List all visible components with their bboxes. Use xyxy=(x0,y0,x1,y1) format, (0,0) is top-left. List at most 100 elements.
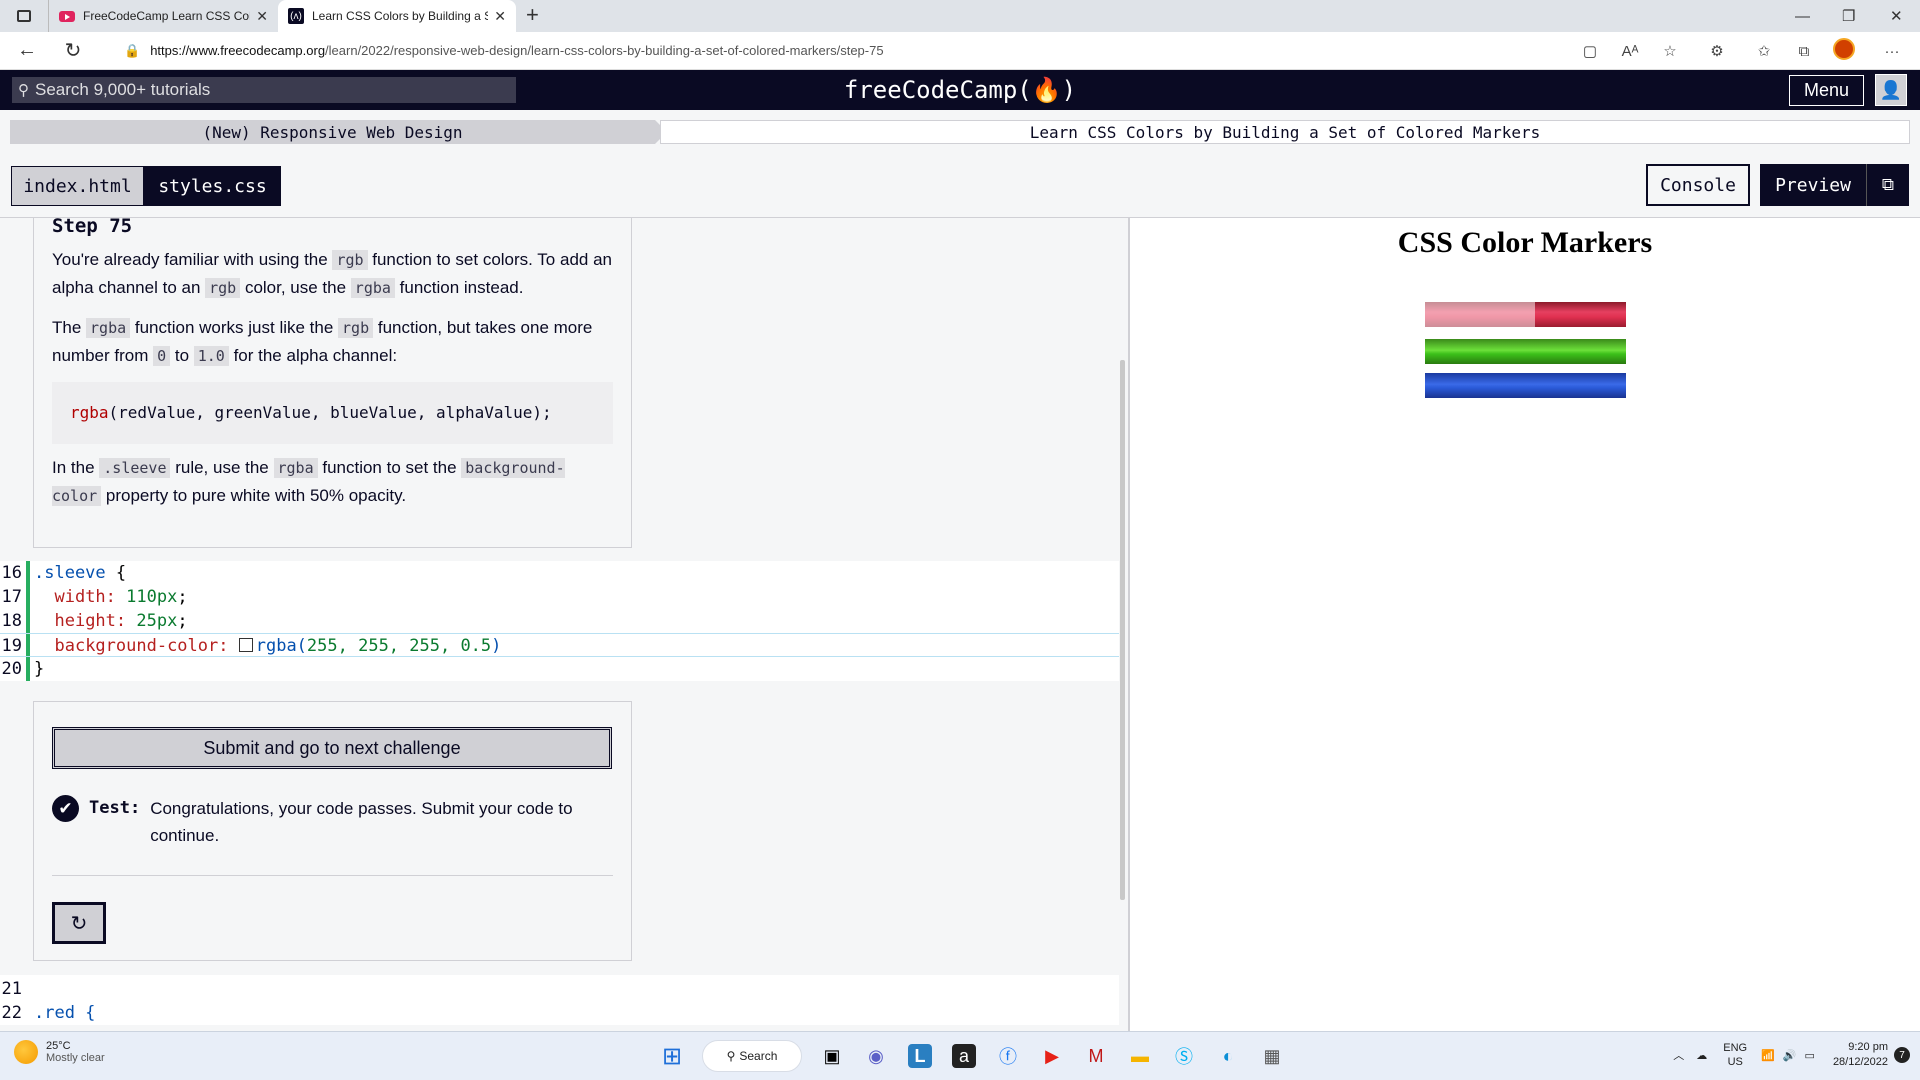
instruction-paragraph-3: In the .sleeve rule, use the rgba functi… xyxy=(52,454,613,510)
breadcrumb-superblock[interactable]: (New) Responsive Web Design xyxy=(10,120,667,144)
fcc-logo[interactable]: freeCodeCamp(🔥) xyxy=(0,76,1920,104)
taskbar-search[interactable]: ⚲ Search xyxy=(702,1040,802,1072)
breadcrumb-block[interactable]: Learn CSS Colors by Building a Set of Co… xyxy=(660,120,1910,144)
text: You're already familiar with using the xyxy=(52,250,333,269)
start-windows-icon[interactable]: ⊞ xyxy=(654,1038,690,1074)
youtube-icon[interactable]: ▶ xyxy=(1034,1038,1070,1074)
language-indicator[interactable]: ENG US xyxy=(1723,1041,1747,1069)
back-icon[interactable]: ← xyxy=(4,39,50,62)
calculator-icon[interactable]: ▦ xyxy=(1254,1038,1290,1074)
line-number: 19 xyxy=(1,636,22,656)
minimize-icon[interactable]: — xyxy=(1795,0,1810,32)
line-number: 17 xyxy=(1,587,22,607)
code-line[interactable]: 20 } xyxy=(0,657,1128,681)
line-gutter xyxy=(26,657,34,681)
tab-styles-css[interactable]: styles.css xyxy=(144,166,281,206)
close-window-icon[interactable]: ✕ xyxy=(1890,0,1903,32)
skype-icon[interactable]: Ⓢ xyxy=(1166,1038,1202,1074)
facebook-icon[interactable]: ⓕ xyxy=(990,1038,1026,1074)
code-line[interactable]: 21 xyxy=(0,977,1128,1001)
url-field[interactable]: https://www.freecodecamp.org/learn/2022/… xyxy=(150,43,883,58)
editor-pane: Step 75 You're already familiar with usi… xyxy=(0,218,1128,1031)
line-gutter xyxy=(26,609,34,633)
time: 9:20 pm xyxy=(1848,1041,1888,1053)
code-line[interactable]: 22 .red { xyxy=(0,1001,1128,1025)
mcafee-icon[interactable]: M xyxy=(1078,1038,1114,1074)
date: 28/12/2022 xyxy=(1832,1056,1888,1068)
favorites-icon[interactable]: ✩ xyxy=(1744,42,1784,60)
inline-code: 0 xyxy=(153,346,171,366)
tab-actions-icon[interactable] xyxy=(17,10,31,22)
inline-code: rgb xyxy=(338,318,374,338)
file-explorer-icon[interactable]: ▬ xyxy=(1122,1038,1158,1074)
restore-icon[interactable]: ❐ xyxy=(1842,0,1855,32)
edge-browser-icon[interactable]: ◐ xyxy=(1210,1038,1246,1074)
clock[interactable]: 9:20 pm 28/12/2022 xyxy=(1833,1040,1888,1070)
console-button[interactable]: Console xyxy=(1646,164,1750,206)
popout-preview-icon[interactable]: ⧉ xyxy=(1866,164,1909,206)
css-function: rgba( xyxy=(255,636,307,656)
instructions-panel: Step 75 You're already familiar with usi… xyxy=(33,218,632,548)
preview-button[interactable]: Preview xyxy=(1760,164,1866,206)
inline-code: rgba xyxy=(273,458,318,478)
chevron-up-icon[interactable]: ︿ xyxy=(1673,1047,1684,1063)
code-line[interactable]: 17 width: 110px; xyxy=(0,585,1128,609)
taskbar-search-label: Search xyxy=(739,1049,778,1063)
browser-tab-1-title: FreeCodeCamp Learn CSS Colors xyxy=(83,9,251,23)
code-line-active[interactable]: 19 background-color: rgba(255, 255, 255,… xyxy=(0,633,1128,657)
refresh-icon: ↻ xyxy=(70,912,88,935)
text: The xyxy=(52,318,87,337)
more-options-icon[interactable]: ··· xyxy=(1864,43,1920,60)
extensions-icon[interactable]: ⚙ xyxy=(1690,42,1744,60)
code-text: } xyxy=(34,659,45,679)
volume-icon[interactable]: 🔊 xyxy=(1783,1049,1797,1062)
browser-tab-1[interactable]: FreeCodeCamp Learn CSS Colors ✕ xyxy=(48,0,278,32)
wifi-icon[interactable]: 📶 xyxy=(1761,1049,1775,1062)
browser-tab-2[interactable]: (ʌ) Learn CSS Colors by Building a S ✕ xyxy=(278,0,516,32)
css-value: 110px xyxy=(115,587,178,607)
line-number: 18 xyxy=(1,611,22,631)
inline-code: .sleeve xyxy=(99,458,171,478)
task-view-icon[interactable]: ▣ xyxy=(814,1038,850,1074)
menu-button[interactable]: Menu xyxy=(1789,75,1864,106)
amazon-icon[interactable]: a xyxy=(952,1044,976,1068)
app-l-icon[interactable]: L xyxy=(908,1044,932,1068)
favorite-star-icon[interactable]: ☆ xyxy=(1650,42,1690,60)
editor-scrollbar-thumb[interactable] xyxy=(1120,360,1125,900)
text: function works just like the xyxy=(130,318,339,337)
text: function instead. xyxy=(394,278,524,297)
new-tab-button[interactable]: + xyxy=(526,2,539,28)
check-circle-icon: ✔ xyxy=(52,795,79,822)
code-text: .red { xyxy=(34,1003,96,1023)
code-text: { xyxy=(105,563,127,583)
code-line[interactable]: 16 .sleeve { xyxy=(0,561,1128,585)
code-line[interactable]: 18 height: 25px; xyxy=(0,609,1128,633)
app-available-icon[interactable]: ▢ xyxy=(1570,42,1610,60)
battery-icon[interactable]: ▭ xyxy=(1805,1049,1815,1062)
code-editor-continued[interactable]: 21 22 .red { xyxy=(0,975,1128,1025)
preview-pane: CSS Color Markers xyxy=(1130,218,1920,1031)
submit-button[interactable]: Submit and go to next challenge xyxy=(52,727,612,769)
inline-code: rgb xyxy=(332,250,368,270)
code-editor[interactable]: 16 .sleeve { 17 width: 110px; 18 height:… xyxy=(0,561,1128,681)
line-number: 21 xyxy=(1,979,22,999)
onedrive-cloud-icon[interactable]: ☁ xyxy=(1696,1049,1707,1062)
color-swatch[interactable] xyxy=(238,638,253,652)
notification-badge[interactable]: 7 xyxy=(1894,1047,1910,1063)
weather-widget[interactable]: 25°C Mostly clear xyxy=(14,1040,105,1064)
green-marker xyxy=(1425,339,1626,364)
user-avatar[interactable]: 👤 xyxy=(1875,74,1907,106)
reset-button[interactable]: ↻ xyxy=(52,902,106,944)
tab-index-html[interactable]: index.html xyxy=(11,166,144,206)
reload-icon[interactable]: ↻ xyxy=(50,38,96,63)
close-tab-icon[interactable]: ✕ xyxy=(494,8,506,25)
collections-icon[interactable]: ⧉ xyxy=(1784,43,1824,60)
test-message: Congratulations, your code passes. Submi… xyxy=(150,799,573,845)
close-tab-icon[interactable]: ✕ xyxy=(256,8,268,25)
profile-avatar[interactable] xyxy=(1824,38,1864,64)
read-aloud-icon[interactable]: Aᴬ xyxy=(1610,43,1650,60)
preview-title: CSS Color Markers xyxy=(1397,226,1653,259)
example-code-block: rgba (redValue, greenValue, blueValue, al… xyxy=(52,382,613,444)
teams-chat-icon[interactable]: ◉ xyxy=(858,1038,894,1074)
lock-icon[interactable]: 🔒 xyxy=(124,43,140,59)
